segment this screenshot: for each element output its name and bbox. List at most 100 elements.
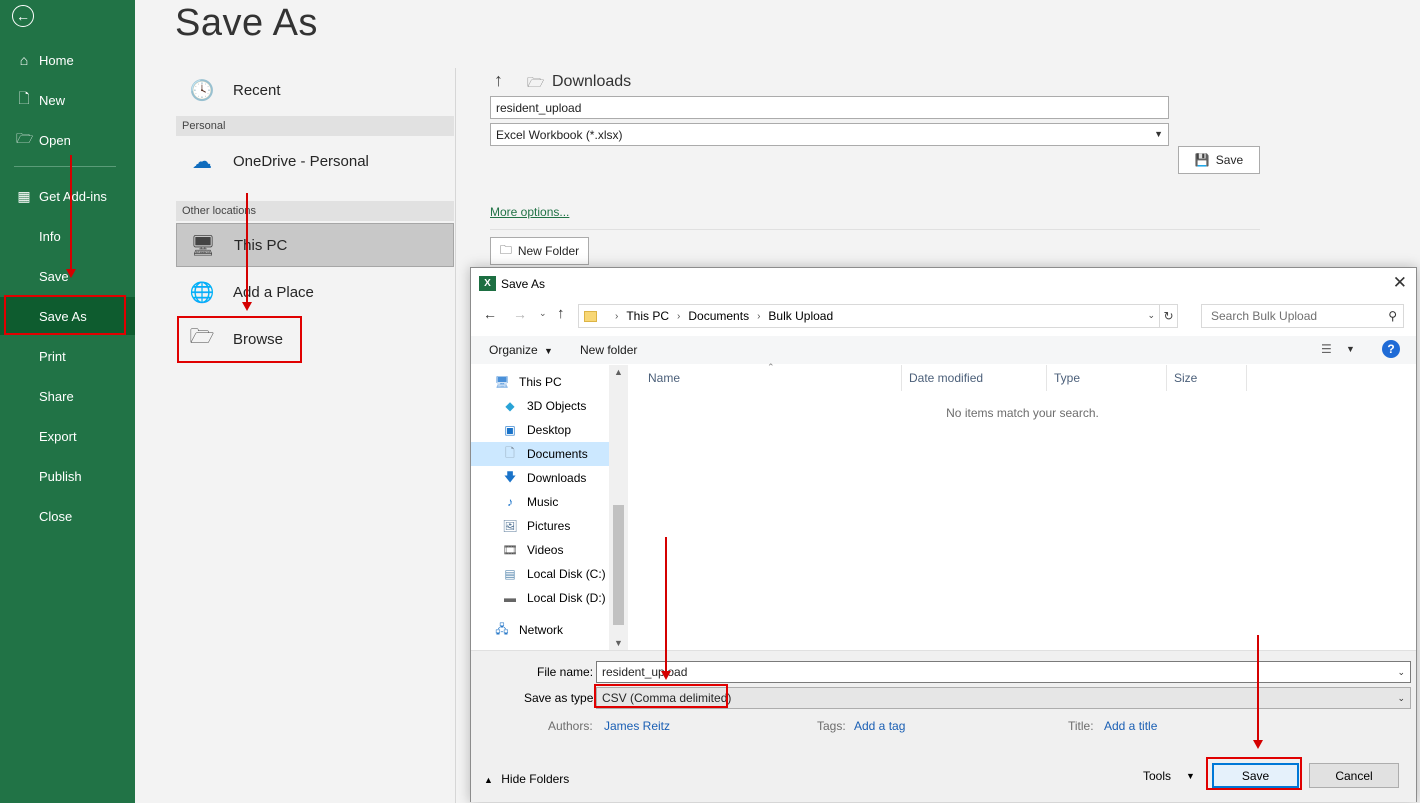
title-value[interactable]: Add a title — [1104, 719, 1157, 733]
folder-open-icon: 🗁 — [189, 326, 215, 348]
scroll-down-icon[interactable]: ▼ — [614, 638, 623, 648]
filetype-select[interactable]: Excel Workbook (*.xlsx) ▼ — [490, 123, 1169, 146]
dialog-cancel-button[interactable]: Cancel — [1309, 763, 1399, 788]
nav-print[interactable]: Print — [0, 337, 135, 375]
tree-scrollbar[interactable]: ▲ ▼ — [609, 365, 628, 650]
nav-info[interactable]: Info — [0, 217, 135, 255]
up-arrow-icon[interactable]: ↑ — [494, 70, 503, 91]
tree-item-network[interactable]: 🖧 Network — [493, 618, 608, 642]
breadcrumb-bulk-upload[interactable]: Bulk Upload — [768, 309, 833, 323]
tools-menu[interactable]: Tools — [1143, 769, 1171, 783]
back-arrow-icon[interactable]: ← — [12, 5, 34, 27]
nav-home[interactable]: ⌂ Home — [0, 41, 135, 79]
chevron-down-icon: ▼ — [544, 346, 553, 356]
column-size[interactable]: Size — [1167, 365, 1247, 391]
column-type[interactable]: Type — [1047, 365, 1167, 391]
backstage-nav: ← ⌂ Home 🗋 New 🗁 Open ▦ Get Add-ins Info… — [0, 0, 135, 803]
tree-item-videos[interactable]: 🎞 Videos — [501, 538, 608, 562]
tags-label: Tags: — [817, 719, 846, 733]
nav-share[interactable]: Share — [0, 377, 135, 415]
nav-get-addins[interactable]: ▦ Get Add-ins — [0, 177, 135, 215]
tree-item-this-pc[interactable]: 🖥 This PC — [493, 370, 608, 394]
tags-value[interactable]: Add a tag — [854, 719, 905, 733]
search-input[interactable]: Search Bulk Upload ⚲ — [1201, 304, 1404, 328]
breadcrumb-this-pc[interactable]: This PC — [626, 309, 669, 323]
tree-item-pictures[interactable]: 🖼 Pictures — [501, 514, 608, 538]
drive-icon: ▬ — [504, 591, 516, 605]
back-arrow-icon[interactable]: ← — [483, 306, 497, 322]
organize-menu[interactable]: Organize ▼ — [489, 343, 553, 357]
tree-item-downloads[interactable]: 🡇 Downloads — [501, 466, 608, 490]
addins-icon: ▦ — [17, 187, 31, 204]
forward-arrow-icon[interactable]: → — [513, 306, 527, 322]
filename-input[interactable]: resident_upload — [490, 96, 1169, 119]
tree-item-music[interactable]: ♪ Music — [501, 490, 608, 514]
chevron-down-icon[interactable]: ▼ — [1346, 344, 1355, 354]
download-arrow-icon: 🡇 — [503, 469, 517, 484]
home-icon: ⌂ — [19, 52, 29, 68]
authors-value[interactable]: James Reitz — [604, 719, 670, 733]
nav-save-as[interactable]: Save As — [0, 297, 135, 335]
new-folder-button[interactable]: 🗀 New Folder — [490, 237, 589, 265]
new-folder-button[interactable]: New folder — [580, 343, 637, 357]
location-onedrive[interactable]: ☁ OneDrive - Personal — [176, 139, 454, 183]
chevron-down-icon[interactable]: ⌄ — [1397, 693, 1405, 704]
chevron-down-icon[interactable]: ⌄ — [1147, 310, 1155, 321]
chevron-down-icon[interactable]: ▼ — [1186, 771, 1195, 781]
hide-folders-toggle[interactable]: ▲ Hide Folders — [484, 772, 569, 786]
nav-publish[interactable]: Publish — [0, 457, 135, 495]
save-icon: 💾 — [1194, 153, 1210, 167]
location-browse[interactable]: 🗁 Browse — [176, 317, 454, 361]
nav-new[interactable]: 🗋 New — [0, 81, 135, 119]
help-icon[interactable]: ? — [1382, 340, 1400, 358]
chevron-down-icon[interactable]: ⌄ — [1397, 667, 1405, 678]
desktop-icon: ▣ — [504, 423, 516, 437]
document-icon: 🗋 — [505, 445, 515, 460]
file-name-label: File name: — [537, 665, 594, 679]
nav-divider — [14, 166, 116, 167]
search-icon: ⚲ — [1388, 309, 1397, 323]
save-button[interactable]: 💾 Save — [1178, 146, 1260, 174]
chevron-down-icon: ▼ — [1154, 129, 1163, 139]
tree-item-local-disk-d[interactable]: ▬ Local Disk (D:) — [501, 586, 608, 610]
view-options-icon[interactable]: ☰ — [1321, 342, 1332, 356]
current-path: Downloads — [552, 73, 632, 90]
location-recent[interactable]: 🕓 Recent — [176, 68, 454, 112]
excel-icon: X — [479, 276, 496, 291]
tree-item-documents[interactable]: 🗋 Documents — [471, 442, 609, 466]
column-divider — [455, 68, 456, 803]
scroll-up-icon[interactable]: ▲ — [614, 367, 623, 377]
film-icon: 🎞 — [502, 543, 518, 557]
column-date-modified[interactable]: Date modified — [902, 365, 1047, 391]
tree-item-local-disk-c[interactable]: ▤ Local Disk (C:) — [501, 562, 608, 586]
dialog-save-button[interactable]: Save — [1212, 763, 1299, 788]
save-as-type-select[interactable]: CSV (Comma delimited) ⌄ — [596, 687, 1411, 709]
nav-save[interactable]: Save — [0, 257, 135, 295]
column-name[interactable]: Name ⌃ — [629, 362, 902, 391]
nav-export[interactable]: Export — [0, 417, 135, 455]
location-this-pc[interactable]: 🖥 This PC — [176, 223, 454, 267]
picture-icon: 🖼 — [502, 519, 518, 533]
more-options-link[interactable]: More options... — [490, 205, 569, 219]
close-icon[interactable]: ✕ — [1393, 273, 1407, 293]
file-name-input[interactable]: resident_upload ⌄ — [596, 661, 1411, 683]
group-header-other: Other locations — [176, 201, 454, 221]
up-arrow-icon[interactable]: ↑ — [557, 305, 565, 322]
nav-open[interactable]: 🗁 Open — [0, 121, 135, 159]
recent-locations-chevron-icon[interactable]: ⌄ — [539, 308, 547, 319]
refresh-icon[interactable]: ↻ — [1160, 304, 1178, 328]
nav-close[interactable]: Close — [0, 497, 135, 535]
tree-item-desktop[interactable]: ▣ Desktop — [501, 418, 608, 442]
breadcrumb-separator-icon: › — [615, 310, 619, 322]
tree-item-3d-objects[interactable]: ◆ 3D Objects — [501, 394, 608, 418]
page-title: Save As — [175, 2, 318, 44]
title-label: Title: — [1068, 719, 1094, 733]
music-note-icon: ♪ — [507, 495, 513, 509]
dialog-toolbar: Organize ▼ New folder ☰ ▼ ? — [471, 336, 1416, 364]
open-folder-icon: 🗁 — [16, 130, 34, 146]
location-add-place[interactable]: 🌐 Add a Place — [176, 270, 454, 314]
scrollbar-thumb[interactable] — [613, 505, 624, 625]
address-bar[interactable]: › This PC › Documents › Bulk Upload ⌄ — [578, 304, 1160, 328]
breadcrumb-documents[interactable]: Documents — [688, 309, 749, 323]
authors-label: Authors: — [548, 719, 593, 733]
